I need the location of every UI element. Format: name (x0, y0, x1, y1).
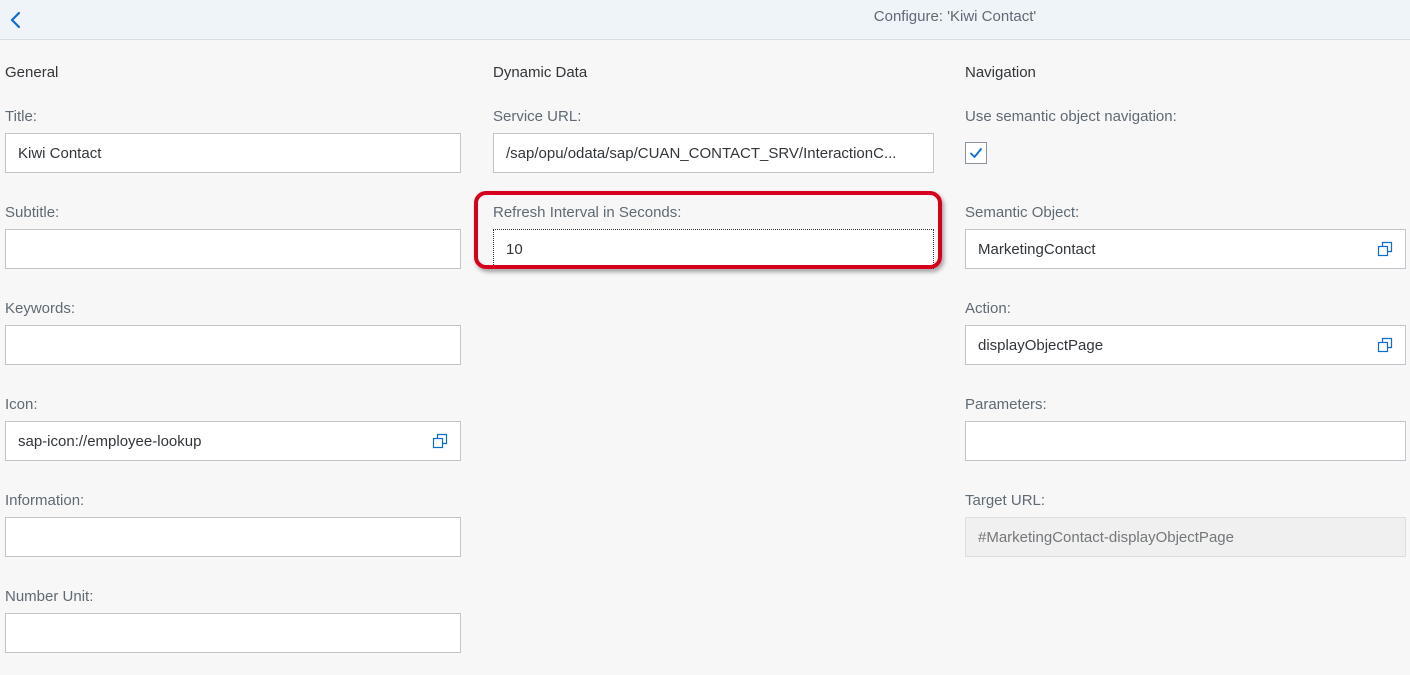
icon-label: Icon: (5, 396, 38, 413)
semantic-nav-checkbox[interactable] (965, 142, 987, 164)
title-input-value: Kiwi Contact (18, 144, 102, 162)
icon-input[interactable]: sap-icon://employee-lookup (5, 421, 461, 461)
action-label: Action: (965, 300, 1011, 317)
dynamic-data-section-title: Dynamic Data (493, 64, 588, 81)
target-url-input: #MarketingContact-displayObjectPage (965, 517, 1406, 557)
information-label: Information: (5, 492, 85, 509)
checkmark-icon (970, 148, 982, 158)
title-label: Title: (5, 108, 37, 125)
title-input[interactable]: Kiwi Contact (5, 133, 461, 173)
subtitle-input[interactable] (5, 229, 461, 269)
action-input[interactable]: displayObjectPage (965, 325, 1406, 365)
shell-header: Configure: 'Kiwi Contact' (0, 0, 1410, 40)
information-input[interactable] (5, 517, 461, 557)
service-url-label: Service URL: (493, 108, 582, 125)
target-url-label: Target URL: (965, 492, 1046, 509)
number-unit-input[interactable] (5, 613, 461, 653)
value-help-icon[interactable] (1377, 337, 1393, 353)
parameters-label: Parameters: (965, 396, 1047, 413)
navigation-section-title: Navigation (965, 64, 1036, 81)
refresh-interval-label: Refresh Interval in Seconds: (493, 204, 682, 221)
number-unit-label: Number Unit: (5, 588, 94, 605)
semantic-object-input-value: MarketingContact (978, 240, 1096, 258)
service-url-input[interactable]: /sap/opu/odata/sap/CUAN_CONTACT_SRV/Inte… (493, 133, 934, 173)
action-input-value: displayObjectPage (978, 336, 1104, 354)
keywords-input[interactable] (5, 325, 461, 365)
parameters-input[interactable] (965, 421, 1406, 461)
page-title: Configure: 'Kiwi Contact' (873, 8, 1037, 25)
semantic-nav-label: Use semantic object navigation: (965, 108, 1177, 125)
semantic-object-label: Semantic Object: (965, 204, 1080, 221)
service-url-input-value: /sap/opu/odata/sap/CUAN_CONTACT_SRV/Inte… (506, 144, 897, 162)
value-help-icon[interactable] (432, 433, 448, 449)
refresh-interval-input[interactable]: 10 (492, 228, 935, 270)
refresh-interval-input-value: 10 (506, 240, 523, 258)
semantic-object-input[interactable]: MarketingContact (965, 229, 1406, 269)
subtitle-label: Subtitle: (5, 204, 60, 221)
icon-input-value: sap-icon://employee-lookup (18, 432, 202, 450)
target-url-input-value: #MarketingContact-displayObjectPage (978, 528, 1234, 546)
keywords-label: Keywords: (5, 300, 76, 317)
value-help-icon[interactable] (1377, 241, 1393, 257)
general-section-title: General (5, 64, 59, 81)
